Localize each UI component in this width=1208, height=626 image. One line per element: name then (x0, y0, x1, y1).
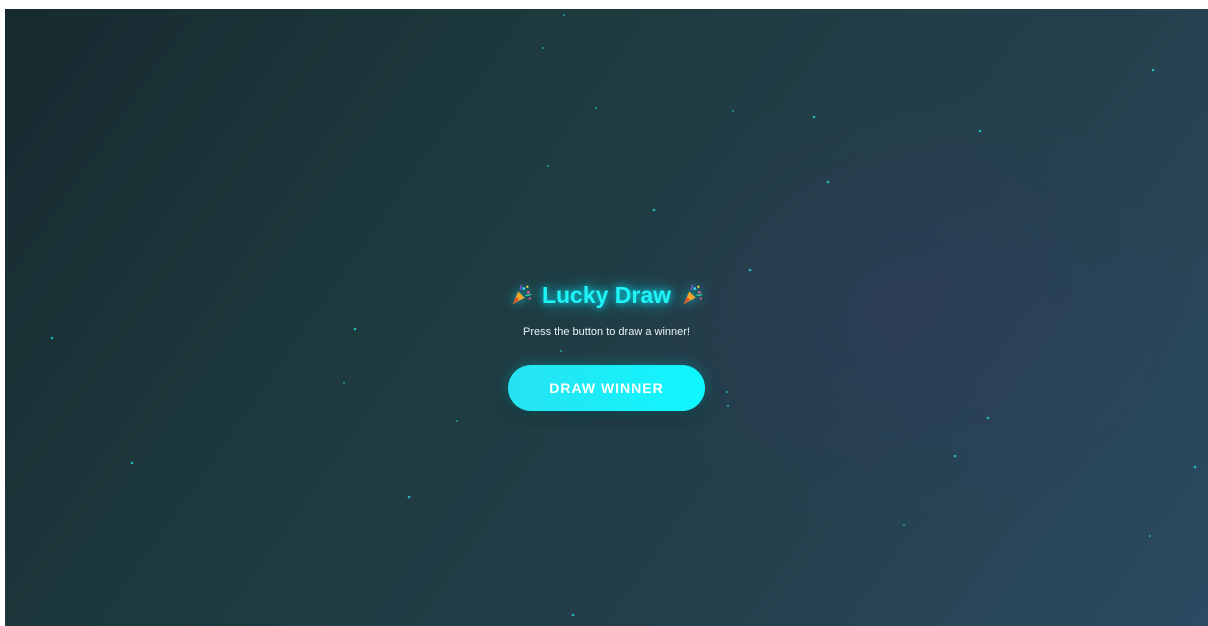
star (953, 454, 957, 458)
star (546, 164, 550, 168)
star (541, 46, 545, 50)
lucky-draw-panel: Lucky Draw Press the button to draw a wi… (5, 279, 1208, 411)
star (1148, 534, 1152, 538)
page-title: Lucky Draw (510, 279, 703, 311)
star (978, 129, 982, 133)
instructions-text: Press the button to draw a winner! (523, 326, 690, 338)
star (826, 180, 830, 184)
title-text: Lucky Draw (541, 281, 672, 308)
star (731, 109, 735, 113)
draw-winner-button[interactable]: DRAW WINNER (508, 365, 705, 411)
star (594, 106, 598, 110)
star (130, 461, 134, 465)
star (562, 13, 566, 17)
star (407, 495, 411, 499)
star (1193, 465, 1197, 469)
star (812, 115, 816, 119)
star (748, 268, 752, 272)
party-popper-icon (512, 284, 532, 305)
page-background: Lucky Draw Press the button to draw a wi… (5, 9, 1208, 626)
star (1151, 68, 1155, 72)
star (902, 523, 906, 527)
star (571, 613, 575, 617)
party-popper-icon (683, 284, 703, 305)
star (652, 208, 656, 212)
star (455, 419, 459, 423)
star (986, 416, 990, 420)
